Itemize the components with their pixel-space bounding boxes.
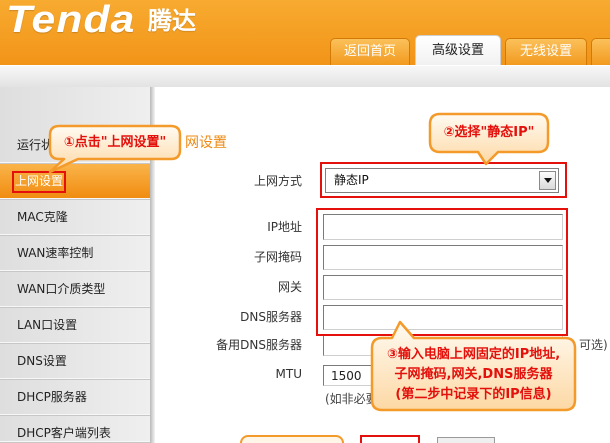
callout-3-line-1: ③输入电脑上网固定的IP地址,: [386, 347, 561, 362]
callout-3-line-3: (第二步中记录下的IP信息): [395, 387, 552, 402]
callout-3-text: ③输入电脑上网固定的IP地址, 子网掩码,网关,DNS服务器 (第二步中记录下的…: [372, 345, 575, 405]
callout-2-text: ②选择"静态IP": [443, 125, 535, 140]
callout-1-text: ①点击"上网设置": [63, 135, 167, 150]
callout-3-line-2: 子网掩码,网关,DNS服务器: [394, 367, 553, 382]
